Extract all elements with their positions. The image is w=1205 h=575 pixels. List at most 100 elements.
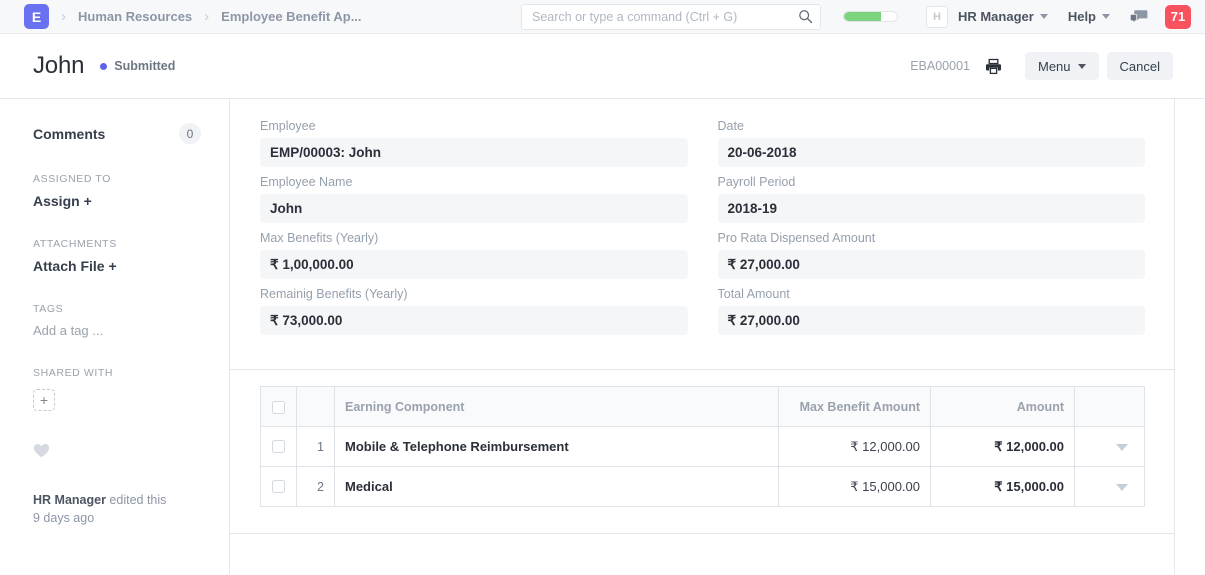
chevron-down-icon[interactable] xyxy=(1116,484,1128,491)
status-dot-icon xyxy=(100,63,107,70)
breadcrumb-employee-benefit-application[interactable]: Employee Benefit Ap... xyxy=(221,9,361,24)
earning-component-header[interactable]: Earning Component xyxy=(335,387,779,427)
form-field-value[interactable]: ₹ 27,000.00 xyxy=(718,250,1146,279)
row-checkbox[interactable] xyxy=(272,480,285,493)
select-all-checkbox[interactable] xyxy=(272,401,285,414)
form-section: Employee EMP/00003: John Date 20-06-2018 Emp… xyxy=(230,99,1175,370)
document-sidebar: Comments 0 ASSIGNED TO Assign + ATTACHME… xyxy=(0,99,230,574)
form-field: Total Amount ₹ 27,000.00 xyxy=(718,287,1146,335)
table-header: Earning Component Max Benefit Amount Amo… xyxy=(261,387,1145,427)
heart-icon[interactable] xyxy=(33,443,201,463)
form-field-value[interactable]: ₹ 27,000.00 xyxy=(718,306,1146,335)
form-field-label: Employee xyxy=(260,119,688,133)
row-select-cell xyxy=(261,427,297,467)
last-edited-time: 9 days ago xyxy=(33,511,94,525)
earning-components-section: Earning Component Max Benefit Amount Amo… xyxy=(230,370,1175,507)
form-field-value[interactable]: ₹ 73,000.00 xyxy=(260,306,688,335)
page-body: Comments 0 ASSIGNED TO Assign + ATTACHME… xyxy=(0,99,1205,574)
form-field-label: Employee Name xyxy=(260,175,688,189)
cell-max-benefit-amount[interactable]: ₹ 12,000.00 xyxy=(779,427,931,467)
form-field-value[interactable]: 2018-19 xyxy=(718,194,1146,223)
form-grid: Employee EMP/00003: John Date 20-06-2018 Emp… xyxy=(260,119,1145,343)
form-field: Remainig Benefits (Yearly) ₹ 73,000.00 xyxy=(260,287,688,335)
cell-amount[interactable]: ₹ 12,000.00 xyxy=(931,427,1075,467)
content-card-bottom-divider xyxy=(230,533,1175,534)
form-field-label: Payroll Period xyxy=(718,175,1146,189)
document-header: John Submitted EBA00001 Menu Cancel xyxy=(0,34,1205,99)
comments-label: Comments xyxy=(33,126,105,142)
search-input[interactable] xyxy=(521,4,821,30)
table-row[interactable]: 1Mobile & Telephone Reimbursement₹ 12,00… xyxy=(261,427,1145,467)
form-field-value[interactable]: 20-06-2018 xyxy=(718,138,1146,167)
form-field: Employee Name John xyxy=(260,175,688,223)
comments-count: 0 xyxy=(179,123,201,144)
select-all-cell xyxy=(261,387,297,427)
cell-earning-component[interactable]: Mobile & Telephone Reimbursement xyxy=(335,427,779,467)
form-field-value[interactable]: EMP/00003: John xyxy=(260,138,688,167)
chevron-down-icon[interactable] xyxy=(1116,444,1128,451)
row-select-cell xyxy=(261,467,297,507)
breadcrumb-human-resources[interactable]: Human Resources xyxy=(78,9,192,24)
menu-button[interactable]: Menu xyxy=(1025,52,1099,80)
chevron-down-icon xyxy=(1078,64,1086,69)
table-row[interactable]: 2Medical₹ 15,000.00₹ 15,000.00 xyxy=(261,467,1145,507)
row-expand-cell xyxy=(1075,467,1145,507)
form-field-label: Date xyxy=(718,119,1146,133)
form-field: Date 20-06-2018 xyxy=(718,119,1146,167)
chevron-down-icon xyxy=(1102,14,1110,19)
form-field: Pro Rata Dispensed Amount ₹ 27,000.00 xyxy=(718,231,1146,279)
menu-button-label: Menu xyxy=(1038,59,1071,74)
breadcrumb-separator-icon: › xyxy=(204,8,209,25)
last-edited-note: HR Manager edited this 9 days ago xyxy=(33,491,201,527)
shared-with-label: SHARED WITH xyxy=(33,367,201,379)
notification-badge[interactable]: 71 xyxy=(1165,5,1191,29)
print-icon[interactable] xyxy=(985,58,1002,75)
assigned-to-label: ASSIGNED TO xyxy=(33,173,201,185)
avatar[interactable]: H xyxy=(926,6,948,28)
comments-section[interactable]: Comments 0 xyxy=(33,123,201,144)
amount-header[interactable]: Amount xyxy=(931,387,1075,427)
form-field: Max Benefits (Yearly)₹ 1,00,000.00 xyxy=(260,231,688,279)
top-navbar: E › Human Resources › Employee Benefit A… xyxy=(0,0,1205,34)
help-menu-label: Help xyxy=(1068,9,1096,24)
status-badge: Submitted xyxy=(100,59,175,73)
row-index-header xyxy=(297,387,335,427)
user-menu-label: HR Manager xyxy=(958,9,1034,24)
form-field-label: Remainig Benefits (Yearly) xyxy=(260,287,688,301)
chevron-down-icon xyxy=(1040,14,1048,19)
status-label: Submitted xyxy=(114,59,175,73)
app-logo-icon[interactable]: E xyxy=(24,4,49,29)
cancel-button[interactable]: Cancel xyxy=(1107,52,1173,80)
form-field-value[interactable]: John xyxy=(260,194,688,223)
last-edited-action: edited this xyxy=(106,493,166,507)
cell-earning-component[interactable]: Medical xyxy=(335,467,779,507)
navbar-right-cluster: H HR Manager Help 71 xyxy=(843,5,1191,29)
cell-max-benefit-amount[interactable]: ₹ 15,000.00 xyxy=(779,467,931,507)
row-checkbox[interactable] xyxy=(272,440,285,453)
add-tag-input[interactable]: Add a tag ... xyxy=(33,323,201,338)
attachments-label: ATTACHMENTS xyxy=(33,238,201,250)
form-field-label: Total Amount xyxy=(718,287,1146,301)
max-benefit-amount-header[interactable]: Max Benefit Amount xyxy=(779,387,931,427)
setup-progress-bar[interactable] xyxy=(843,11,898,22)
form-field: Payroll Period 2018-19 xyxy=(718,175,1146,223)
row-actions-header xyxy=(1075,387,1145,427)
user-menu[interactable]: HR Manager xyxy=(958,9,1048,24)
document-header-actions: EBA00001 Menu Cancel xyxy=(910,52,1173,80)
form-field-value[interactable]: ₹ 1,00,000.00 xyxy=(260,250,688,279)
table-body: 1Mobile & Telephone Reimbursement₹ 12,00… xyxy=(261,427,1145,507)
setup-progress-fill xyxy=(844,12,881,21)
row-index: 1 xyxy=(297,427,335,467)
chat-icon[interactable] xyxy=(1130,9,1148,25)
cell-amount[interactable]: ₹ 15,000.00 xyxy=(931,467,1075,507)
add-share-button[interactable]: + xyxy=(33,389,55,411)
row-expand-cell xyxy=(1075,427,1145,467)
document-main: Employee EMP/00003: John Date 20-06-2018 Emp… xyxy=(230,99,1205,574)
help-menu[interactable]: Help xyxy=(1068,9,1110,24)
form-field-label: Pro Rata Dispensed Amount xyxy=(718,231,1146,245)
breadcrumb-separator-icon: › xyxy=(61,8,66,25)
tags-label: TAGS xyxy=(33,303,201,315)
page-title: John xyxy=(33,52,84,80)
assign-button[interactable]: Assign + xyxy=(33,193,201,209)
attach-file-button[interactable]: Attach File + xyxy=(33,258,201,274)
